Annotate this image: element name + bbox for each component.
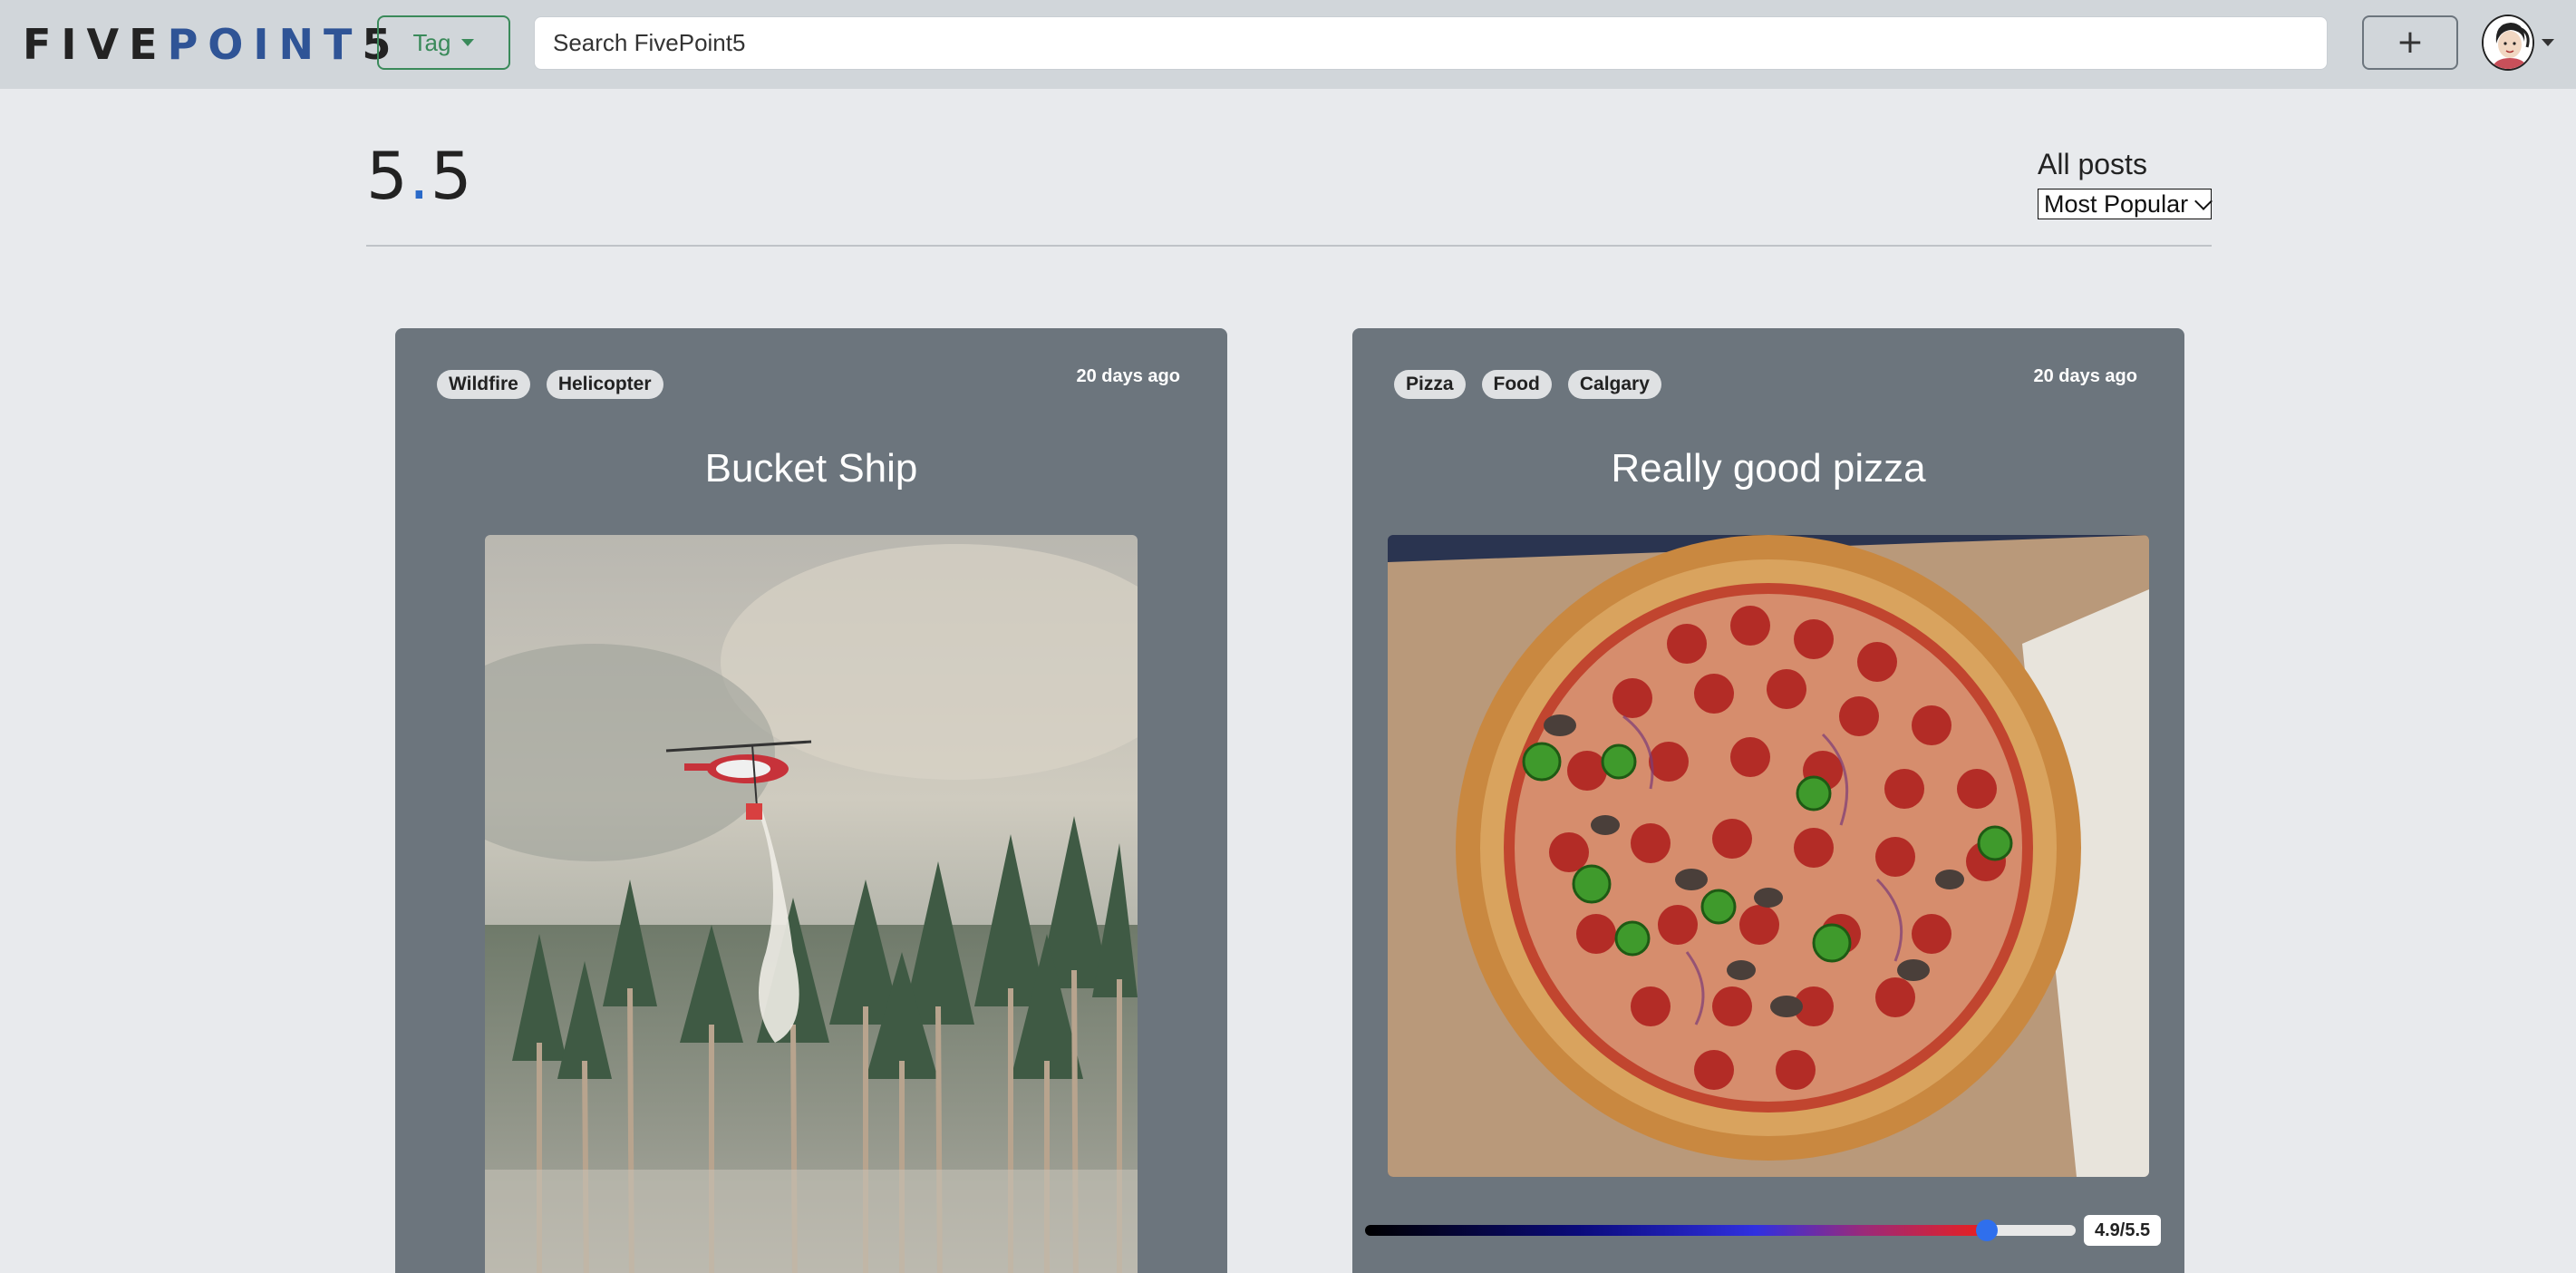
posts-filter-label: All posts <box>2038 148 2147 180</box>
brand-text-point: POINT <box>167 20 363 69</box>
sort-selected-value: Most Popular <box>2044 189 2189 218</box>
rating-value-badge: 4.9/5.5 <box>2084 1215 2162 1246</box>
rating-slider-thumb[interactable] <box>1975 1220 1998 1241</box>
search-input[interactable]: Search FivePoint5 <box>534 16 2328 70</box>
post-tags: Wildfire Helicopter <box>437 370 663 399</box>
chevron-down-icon <box>2542 39 2554 46</box>
logo-decimal: 5 <box>430 138 473 214</box>
rating-control: 4.9/5.5 <box>1365 1211 2163 1248</box>
search-placeholder: Search FivePoint5 <box>553 29 746 56</box>
navbar: FIVEPOINT5 Tag Search FivePoint5 + <box>0 0 2576 89</box>
tag-badge[interactable]: Calgary <box>1567 370 1661 399</box>
tag-badge[interactable]: Pizza <box>1394 370 1466 399</box>
site-score-logo: 5.5 <box>366 138 473 214</box>
brand-logo[interactable]: FIVEPOINT5 <box>23 21 401 68</box>
add-post-button[interactable]: + <box>2362 15 2458 70</box>
logo-whole: 5 <box>366 138 409 214</box>
tag-button-label: Tag <box>412 28 451 56</box>
tag-badge[interactable]: Helicopter <box>546 370 663 399</box>
avatar[interactable] <box>2482 15 2534 71</box>
post-title[interactable]: Really good pizza <box>1352 446 2184 491</box>
post-image-helicopter[interactable] <box>485 535 1138 1273</box>
sort-select[interactable]: Most Popular <box>2038 189 2213 219</box>
chevron-down-icon <box>2194 192 2213 210</box>
post-tags: Pizza Food Calgary <box>1394 370 1661 399</box>
post-image-pizza[interactable] <box>1388 535 2149 1177</box>
post-card[interactable]: Wildfire Helicopter 20 days ago Bucket S… <box>395 328 1227 1273</box>
user-menu[interactable] <box>2482 13 2554 73</box>
logo-dot: . <box>408 138 431 214</box>
caret-down-icon <box>461 39 475 46</box>
tag-badge[interactable]: Wildfire <box>437 370 530 399</box>
rating-slider[interactable] <box>1365 1225 2076 1236</box>
tag-badge[interactable]: Food <box>1481 370 1552 399</box>
post-timestamp: 20 days ago <box>1076 366 1180 386</box>
post-title[interactable]: Bucket Ship <box>395 446 1227 491</box>
post-timestamp: 20 days ago <box>2033 366 2137 386</box>
header-divider <box>366 245 2212 247</box>
post-card[interactable]: Pizza Food Calgary 20 days ago Really go… <box>1352 328 2184 1273</box>
plus-icon: + <box>2396 24 2425 61</box>
brand-text-five: FIVE <box>23 20 168 69</box>
tag-dropdown-button[interactable]: Tag <box>377 15 510 70</box>
